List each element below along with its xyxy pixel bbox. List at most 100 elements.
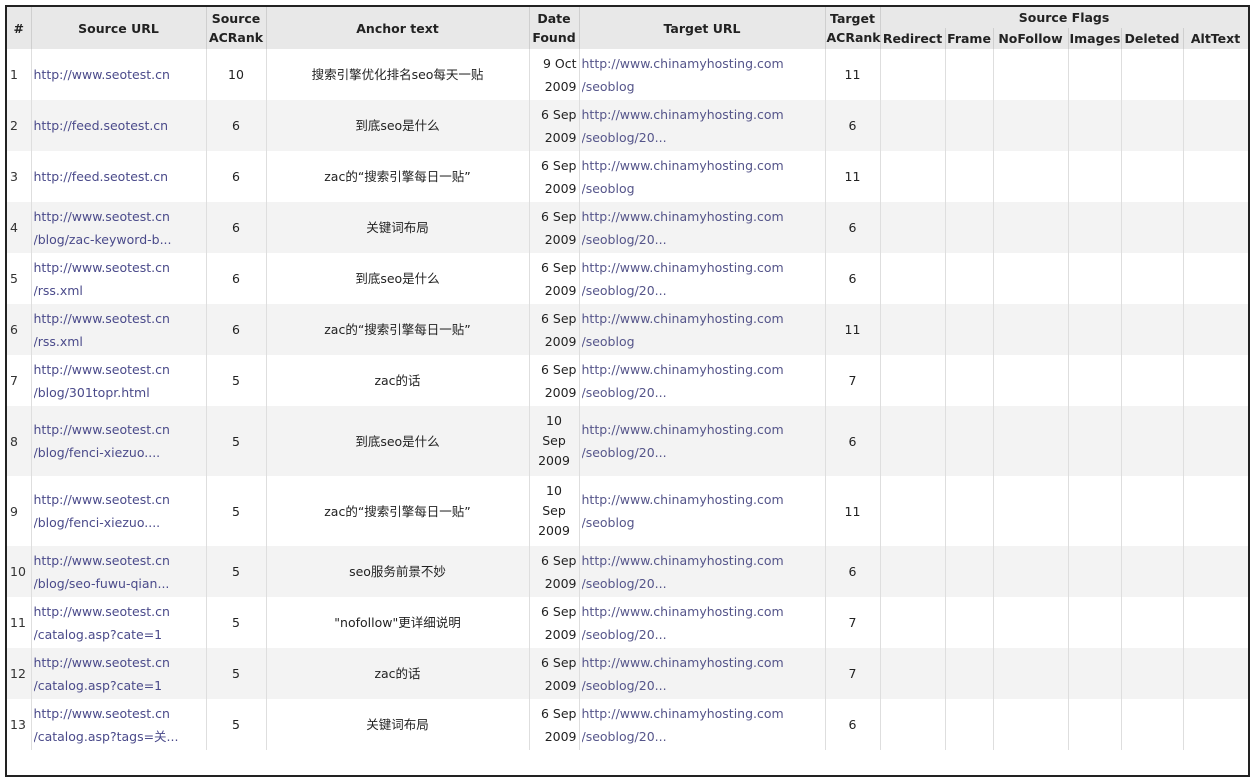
table-row: 13 http://www.seotest.cn/catalog.asp?tags… [7, 699, 1248, 750]
source-url-link[interactable]: http://feed.seotest.cn [34, 165, 204, 188]
flag-deleted-cell [1121, 151, 1184, 202]
anchor-text: 关键词布局 [266, 202, 530, 253]
target-url-line: /seoblog/20... [581, 384, 667, 400]
flag-alttext-cell [1183, 476, 1248, 546]
source-url-link[interactable]: http://www.seotest.cn/blog/fenci-xiezuo.… [34, 488, 204, 534]
source-url-link[interactable]: http://www.seotest.cn/catalog.asp?cate=1 [34, 600, 204, 646]
source-url-link[interactable]: http://www.seotest.cn/blog/zac-keyword-b… [34, 205, 204, 251]
column-header-redirect[interactable]: Redirect [880, 28, 946, 49]
target-url-link[interactable]: http://www.chinamyhosting.com/seoblog/20… [582, 418, 823, 464]
target-url-link[interactable]: http://www.chinamyhosting.com/seoblog/20… [582, 651, 823, 697]
column-header-images[interactable]: Images [1068, 28, 1122, 49]
target-url-link[interactable]: http://www.chinamyhosting.com/seoblog/20… [582, 103, 823, 149]
column-header-target-url[interactable]: Target URL [579, 7, 826, 49]
target-url-line: /seoblog/20... [581, 728, 667, 744]
anchor-text: zac的话 [266, 648, 530, 699]
source-url-line: http://www.seotest.cn [33, 654, 170, 670]
source-url-cell: http://www.seotest.cn/catalog.asp?cate=1 [31, 597, 207, 648]
row-index: 8 [7, 406, 32, 476]
target-url-line: http://www.chinamyhosting.com [581, 422, 784, 437]
source-acrank: 6 [206, 151, 267, 202]
target-url-link[interactable]: http://www.chinamyhosting.com/seoblog/20… [582, 256, 823, 302]
date-line: 6 Sep [541, 705, 577, 721]
source-url-link[interactable]: http://www.seotest.cn [34, 63, 204, 86]
date-line: 2009 [544, 78, 577, 94]
target-url-line: /seoblog [581, 180, 635, 196]
date-line: 2009 [544, 728, 577, 744]
target-url-link[interactable]: http://www.chinamyhosting.com/seoblog/20… [582, 549, 823, 595]
target-url-link[interactable]: http://www.chinamyhosting.com/seoblog [582, 154, 823, 200]
target-url-cell: http://www.chinamyhosting.com/seoblog [579, 304, 826, 355]
flag-alttext-cell [1183, 355, 1248, 406]
flag-alttext-cell [1183, 151, 1248, 202]
target-url-link[interactable]: http://www.chinamyhosting.com/seoblog/20… [582, 702, 823, 748]
flag-nofollow-cell [993, 476, 1069, 546]
flag-alttext-cell [1183, 253, 1248, 304]
flag-nofollow-cell [993, 355, 1069, 406]
table-row: 6 http://www.seotest.cn/rss.xml 6 zac的“搜索引擎… [7, 304, 1248, 355]
target-acrank: 7 [825, 355, 881, 406]
target-url-link[interactable]: http://www.chinamyhosting.com/seoblog [582, 307, 823, 353]
header-line: ACRank [208, 30, 264, 45]
flag-nofollow-cell [993, 304, 1069, 355]
row-index: 12 [7, 648, 32, 699]
source-url-line: /blog/fenci-xiezuo.... [33, 515, 161, 530]
target-acrank: 11 [825, 151, 881, 202]
target-url-link[interactable]: http://www.chinamyhosting.com/seoblog [582, 488, 823, 534]
date-line: 2009 [538, 453, 570, 468]
date-line: 10 [546, 483, 562, 498]
column-header-source-url[interactable]: Source URL [31, 7, 207, 49]
target-url-line: /seoblog/20... [581, 626, 667, 642]
source-url-link[interactable]: http://www.seotest.cn/blog/301topr.html [34, 358, 204, 404]
source-url-line: http://www.seotest.cn [33, 67, 170, 82]
source-url-link[interactable]: http://www.seotest.cn/catalog.asp?cate=1 [34, 651, 204, 697]
column-header-date-found[interactable]: Date Found [529, 7, 580, 49]
backlinks-table-frame: # Source URL Source ACRank Anchor text D… [5, 5, 1250, 777]
row-index: 5 [7, 253, 32, 304]
source-url-link[interactable]: http://www.seotest.cn/rss.xml [34, 256, 204, 302]
column-header-deleted[interactable]: Deleted [1121, 28, 1184, 49]
flag-deleted-cell [1121, 648, 1184, 699]
target-url-cell: http://www.chinamyhosting.com/seoblog [579, 49, 826, 100]
target-url-line: /seoblog/20... [581, 282, 667, 298]
column-header-target-acrank[interactable]: Target ACRank [825, 7, 881, 49]
flag-redirect-cell [880, 100, 946, 151]
target-acrank: 7 [825, 597, 881, 648]
source-acrank: 5 [206, 648, 267, 699]
target-url-link[interactable]: http://www.chinamyhosting.com/seoblog/20… [582, 205, 823, 251]
flag-images-cell [1068, 597, 1122, 648]
target-url-line: /seoblog/20... [581, 129, 667, 145]
source-url-link[interactable]: http://www.seotest.cn/catalog.asp?tags=关… [34, 702, 204, 748]
target-url-link[interactable]: http://www.chinamyhosting.com/seoblog/20… [582, 600, 823, 646]
source-url-line: /rss.xml [33, 282, 83, 298]
source-url-link[interactable]: http://www.seotest.cn/rss.xml [34, 307, 204, 353]
target-url-link[interactable]: http://www.chinamyhosting.com/seoblog [582, 52, 823, 98]
column-header-anchor-text[interactable]: Anchor text [266, 7, 530, 49]
target-acrank: 6 [825, 406, 881, 476]
column-header-frame[interactable]: Frame [945, 28, 994, 49]
column-header-nofollow[interactable]: NoFollow [993, 28, 1069, 49]
flag-nofollow-cell [993, 100, 1069, 151]
table-row: 4 http://www.seotest.cn/blog/zac-keyword-… [7, 202, 1248, 253]
flag-redirect-cell [880, 648, 946, 699]
column-header-source-acrank[interactable]: Source ACRank [206, 7, 267, 49]
date-line: 2009 [544, 677, 577, 693]
column-header-alttext[interactable]: AltText [1183, 28, 1248, 49]
flag-frame-cell [945, 597, 994, 648]
source-url-link[interactable]: http://feed.seotest.cn [34, 114, 204, 137]
target-acrank: 6 [825, 546, 881, 597]
source-url-line: /blog/seo-fuwu-qian... [33, 575, 170, 591]
flag-nofollow-cell [993, 648, 1069, 699]
anchor-text: 搜索引擎优化排名seo每天一贴 [266, 49, 530, 100]
flag-redirect-cell [880, 355, 946, 406]
source-url-link[interactable]: http://www.seotest.cn/blog/fenci-xiezuo.… [34, 418, 204, 464]
flag-redirect-cell [880, 597, 946, 648]
source-url-line: http://www.seotest.cn [33, 208, 170, 224]
header-line: Found [532, 30, 576, 45]
source-url-link[interactable]: http://www.seotest.cn/blog/seo-fuwu-qian… [34, 549, 204, 595]
source-url-line: http://www.seotest.cn [33, 492, 170, 507]
target-url-link[interactable]: http://www.chinamyhosting.com/seoblog/20… [582, 358, 823, 404]
column-header-index[interactable]: # [7, 7, 32, 49]
target-url-cell: http://www.chinamyhosting.com/seoblog/20… [579, 202, 826, 253]
flag-images-cell [1068, 355, 1122, 406]
